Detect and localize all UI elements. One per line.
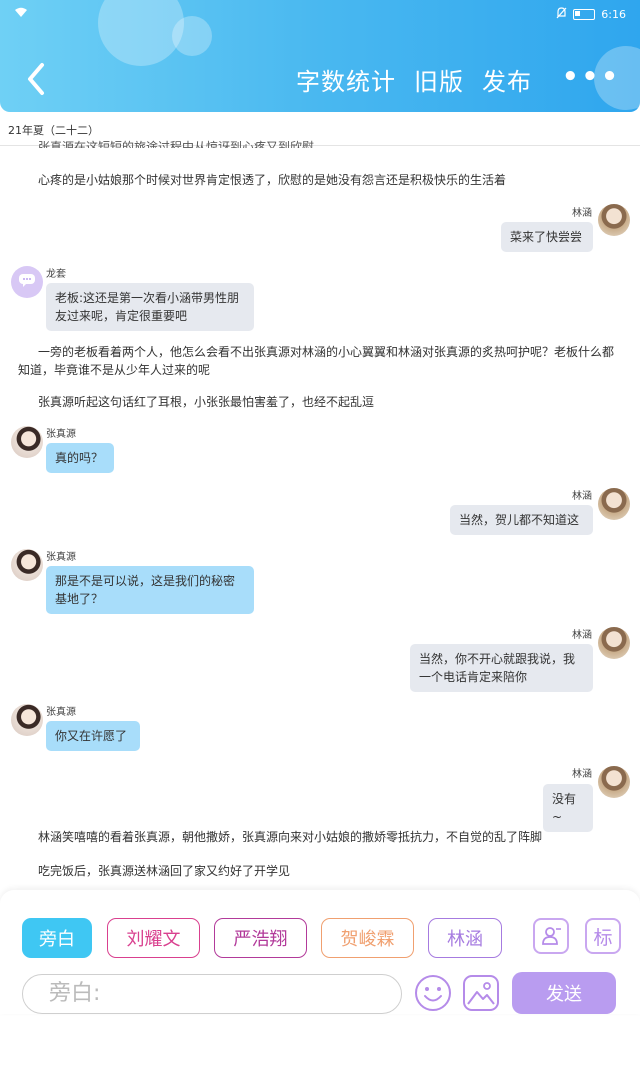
role-chip-yan-haoxiang[interactable]: 严浩翔 xyxy=(214,918,307,958)
avatar[interactable] xyxy=(598,627,630,659)
message-bubble[interactable]: 菜来了快尝尝 xyxy=(501,222,593,252)
message-input[interactable]: 旁白: xyxy=(22,974,402,1014)
speaker-name: 林涵 xyxy=(572,208,592,219)
narration-text: 心疼的是小姑娘那个时候对世界肯定恨透了，欣慰的是她没有怨言还是积极快乐的生活着 xyxy=(38,173,507,187)
old-version-button[interactable]: 旧版 xyxy=(414,62,464,97)
smiley-icon xyxy=(415,975,451,1011)
avatar[interactable] xyxy=(598,204,630,236)
role-chip-he-junlin[interactable]: 贺峻霖 xyxy=(321,918,414,958)
wifi-icon xyxy=(14,7,28,21)
alarm-off-icon xyxy=(556,7,567,22)
narration-text: 张真源听起这句话红了耳根，小张张最怕害羞了，也经不起乱逗 xyxy=(38,395,375,409)
narration-text: 吃完饭后，张真源送林涵回了家又约好了开学见 xyxy=(38,864,291,878)
speaker-name: 龙套 xyxy=(46,269,66,280)
avatar[interactable] xyxy=(11,549,43,581)
narration-text: 一旁的老板看着两个人，他怎么会看不出张真源对林涵的小心翼翼和林涵对张真源的炙热呵… xyxy=(18,345,615,377)
message-bubble[interactable]: 你又在许愿了 xyxy=(46,721,140,751)
role-chip-liu-yaowen[interactable]: 刘耀文 xyxy=(107,918,200,958)
message-bubble[interactable]: 当然，你不开心就跟我说，我一个电话肯定来陪你 xyxy=(410,644,593,692)
speaker-name: 张真源 xyxy=(46,429,76,440)
speaker-name: 张真源 xyxy=(46,552,76,563)
chapter-title[interactable]: 21年夏（二十二） xyxy=(8,122,99,138)
send-button[interactable]: 发送 xyxy=(512,972,616,1014)
battery-icon xyxy=(573,9,596,20)
status-time: 6:16 xyxy=(601,8,626,21)
avatar[interactable] xyxy=(598,766,630,798)
emoji-button[interactable] xyxy=(414,974,452,1012)
message-bubble[interactable]: 老板:这还是第一次看小涵带男性朋友过来呢，肯定很重要吧 xyxy=(46,283,254,331)
back-button[interactable] xyxy=(22,60,52,98)
chat-bubble-icon xyxy=(18,273,36,292)
image-icon xyxy=(463,975,499,1011)
character-manage-button[interactable] xyxy=(533,918,569,954)
more-options-button[interactable]: ••• xyxy=(562,62,621,92)
message-bubble[interactable]: 那是不是可以说，这是我们的秘密基地了？ xyxy=(46,566,254,614)
avatar[interactable] xyxy=(598,488,630,520)
publish-button[interactable]: 发布 xyxy=(482,62,532,97)
tag-button[interactable]: 标 xyxy=(585,918,621,954)
narration-clipped: 张真源在这短短的旅途过程中从惊讶到心疼又到欣慰 xyxy=(38,140,315,148)
role-chip-narrator[interactable]: 旁白 xyxy=(22,918,92,958)
avatar[interactable] xyxy=(11,266,43,298)
role-chip-lin-han[interactable]: 林涵 xyxy=(428,918,502,958)
speaker-name: 林涵 xyxy=(572,491,592,502)
speaker-name: 林涵 xyxy=(572,630,592,641)
message-bubble[interactable]: 没有~ xyxy=(543,784,593,832)
avatar[interactable] xyxy=(11,704,43,736)
word-count-button[interactable]: 字数统计 xyxy=(296,62,396,97)
image-button[interactable] xyxy=(462,974,500,1012)
message-bubble[interactable]: 当然，贺儿都不知道这 xyxy=(450,505,593,535)
avatar[interactable] xyxy=(11,426,43,458)
status-bar: 6:16 xyxy=(0,6,640,24)
narration-text: 林涵笑嘻嘻的看着张真源，朝他撒娇，张真源向来对小姑娘的撒娇零抵抗力，不自觉的乱了… xyxy=(38,830,543,844)
top-app-bar: 6:16 字数统计 旧版 发布 ••• xyxy=(0,0,640,112)
speaker-name: 张真源 xyxy=(46,707,76,718)
person-add-icon xyxy=(542,927,561,945)
chevron-left-icon xyxy=(28,63,44,95)
speaker-name: 林涵 xyxy=(572,769,592,780)
message-bubble[interactable]: 真的吗？ xyxy=(46,443,114,473)
